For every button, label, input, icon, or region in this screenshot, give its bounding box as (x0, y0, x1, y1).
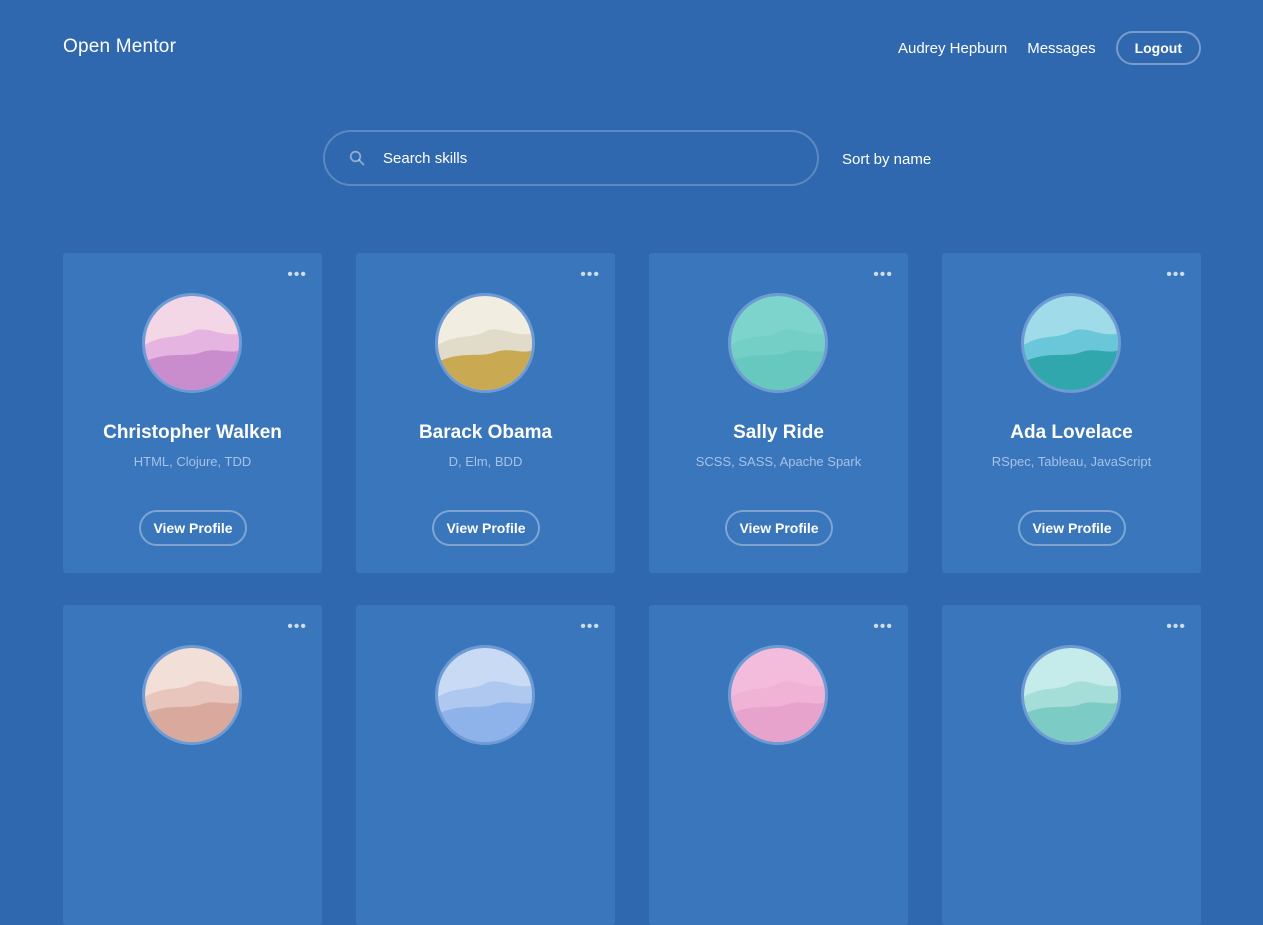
brand-logo[interactable]: Open Mentor (63, 36, 176, 58)
avatar (435, 645, 535, 745)
mentor-card: ••• Ada Lovelace RSpec, Tableau, JavaScrip… (942, 253, 1201, 573)
view-profile-button[interactable]: View Profile (725, 510, 833, 546)
mentor-name: Barack Obama (418, 422, 553, 443)
mentor-grid: ••• Christopher Walken HTML, Clojure, TDD V… (63, 253, 1201, 925)
messages-link[interactable]: Messages (1027, 40, 1095, 57)
avatar (142, 645, 242, 745)
mentor-card: ••• (649, 605, 908, 925)
mentor-skills: D, Elm, BDD (448, 454, 523, 469)
mentor-card: ••• Sally Ride SCSS, SASS, Apache Spark Vie… (649, 253, 908, 573)
avatar (142, 293, 242, 393)
search-bar[interactable] (323, 130, 819, 186)
more-options-icon[interactable]: ••• (1166, 619, 1186, 635)
avatar (435, 293, 535, 393)
view-profile-button[interactable]: View Profile (432, 510, 540, 546)
mentor-skills: SCSS, SASS, Apache Spark (695, 454, 862, 469)
more-options-icon[interactable]: ••• (873, 619, 893, 635)
mentor-skills: HTML, Clojure, TDD (133, 454, 252, 469)
logout-button[interactable]: Logout (1115, 31, 1201, 65)
mentor-card: ••• Christopher Walken HTML, Clojure, TDD V… (63, 253, 322, 573)
mentor-card: ••• Barack Obama D, Elm, BDD View Profile (356, 253, 615, 573)
mentor-card: ••• (356, 605, 615, 925)
top-nav: Audrey Hepburn Messages Logout (898, 30, 1201, 66)
more-options-icon[interactable]: ••• (873, 267, 893, 283)
view-profile-button[interactable]: View Profile (139, 510, 247, 546)
avatar (728, 293, 828, 393)
more-options-icon[interactable]: ••• (287, 619, 307, 635)
avatar (1021, 293, 1121, 393)
avatar (1021, 645, 1121, 745)
more-options-icon[interactable]: ••• (580, 267, 600, 283)
mentor-name: Sally Ride (733, 422, 824, 443)
more-options-icon[interactable]: ••• (287, 267, 307, 283)
user-name-link[interactable]: Audrey Hepburn (898, 40, 1007, 57)
mentor-card: ••• (942, 605, 1201, 925)
view-profile-button[interactable]: View Profile (1018, 510, 1126, 546)
mentor-card: ••• (63, 605, 322, 925)
sort-by-name[interactable]: Sort by name (842, 151, 931, 168)
mentor-name: Ada Lovelace (1010, 422, 1133, 443)
mentor-skills: RSpec, Tableau, JavaScript (991, 454, 1152, 469)
avatar (728, 645, 828, 745)
more-options-icon[interactable]: ••• (1166, 267, 1186, 283)
search-icon (349, 150, 365, 166)
search-input[interactable] (381, 148, 765, 168)
more-options-icon[interactable]: ••• (580, 619, 600, 635)
mentor-name: Christopher Walken (103, 422, 282, 443)
